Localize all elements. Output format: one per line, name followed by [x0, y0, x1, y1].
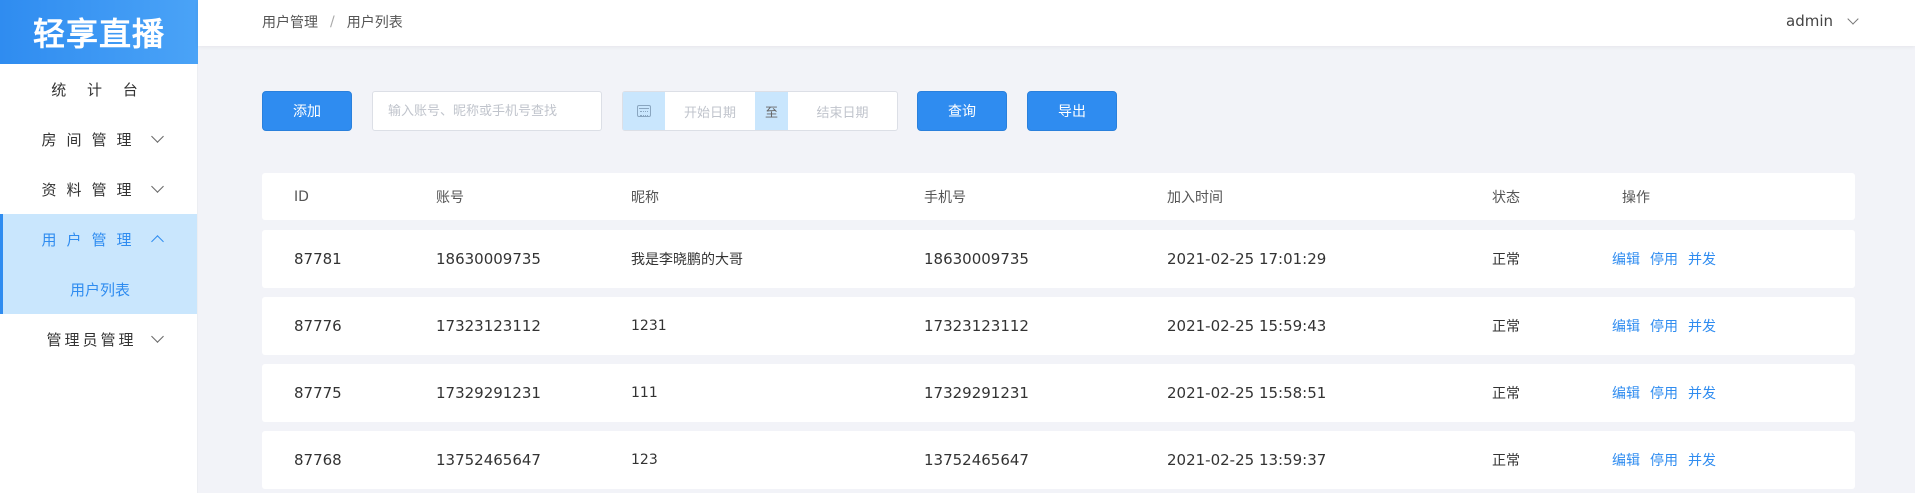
edit-link[interactable]: 编辑	[1612, 316, 1640, 336]
edit-link[interactable]: 编辑	[1612, 249, 1640, 269]
disable-link[interactable]: 停用	[1650, 316, 1678, 336]
chevron-down-icon	[151, 130, 164, 143]
sidebar-item-label: 用户管理	[41, 230, 142, 249]
cell-actions: 编辑 停用 并发	[1612, 431, 1726, 489]
cell-nickname: 111	[631, 385, 658, 401]
calendar-icon-box[interactable]	[623, 92, 665, 130]
edit-link[interactable]: 编辑	[1612, 383, 1640, 403]
app-logo[interactable]: 轻享直播	[0, 0, 198, 64]
cell-account: 17323123112	[436, 317, 541, 335]
edit-link[interactable]: 编辑	[1612, 450, 1640, 470]
table-row: 87775 17329291231 111 17329291231 2021-0…	[262, 364, 1855, 422]
calendar-icon	[637, 105, 651, 117]
search-input[interactable]	[388, 103, 601, 119]
sidebar-item-label: 资料管理	[41, 180, 142, 199]
cell-nickname: 1231	[631, 318, 667, 334]
table-row: 87768 13752465647 123 13752465647 2021-0…	[262, 431, 1855, 489]
user-menu[interactable]: admin	[1786, 12, 1859, 30]
chevron-up-icon	[151, 235, 164, 248]
cell-id: 87768	[294, 451, 342, 469]
sidebar-item-rooms[interactable]: 房间管理	[0, 114, 197, 164]
cell-joined: 2021-02-25 13:59:37	[1167, 451, 1327, 469]
add-button[interactable]: 添加	[262, 91, 352, 131]
chevron-down-icon	[151, 330, 164, 343]
cell-joined: 2021-02-25 17:01:29	[1167, 250, 1327, 268]
start-date-input[interactable]: 开始日期	[665, 92, 755, 130]
column-header-nickname: 昵称	[631, 189, 659, 206]
search-field[interactable]	[372, 91, 602, 131]
cell-account: 13752465647	[436, 451, 541, 469]
username: admin	[1786, 12, 1833, 30]
cell-status: 正常	[1492, 319, 1520, 335]
sidebar-subitem-label: 用户列表	[69, 280, 130, 299]
cell-account: 18630009735	[436, 250, 541, 268]
cell-status: 正常	[1492, 252, 1520, 268]
concurrency-link[interactable]: 并发	[1688, 383, 1716, 403]
date-range-picker[interactable]: 开始日期 至 结束日期	[622, 91, 898, 131]
breadcrumb-item-user-list: 用户列表	[346, 15, 403, 31]
sidebar-item-dashboard[interactable]: 统 计 台	[0, 64, 197, 114]
sidebar-item-label: 管理员管理	[46, 330, 137, 349]
sidebar-item-users[interactable]: 用户管理	[0, 214, 197, 264]
cell-actions: 编辑 停用 并发	[1612, 297, 1726, 355]
query-button[interactable]: 查询	[917, 91, 1007, 131]
disable-link[interactable]: 停用	[1650, 450, 1678, 470]
cell-nickname: 123	[631, 452, 658, 468]
cell-status: 正常	[1492, 386, 1520, 402]
cell-id: 87781	[294, 250, 342, 268]
breadcrumb-item-user-management[interactable]: 用户管理	[262, 12, 318, 32]
column-header-account: 账号	[436, 189, 464, 206]
chevron-down-icon	[1847, 12, 1859, 25]
sidebar-item-materials[interactable]: 资料管理	[0, 164, 197, 214]
cell-joined: 2021-02-25 15:58:51	[1167, 384, 1327, 402]
concurrency-link[interactable]: 并发	[1688, 316, 1716, 336]
table-header: ID 账号 昵称 手机号 加入时间 状态 操作	[262, 173, 1855, 220]
cell-id: 87775	[294, 384, 342, 402]
column-header-phone: 手机号	[924, 189, 966, 206]
cell-account: 17329291231	[436, 384, 541, 402]
table-row: 87776 17323123112 1231 17323123112 2021-…	[262, 297, 1855, 355]
disable-link[interactable]: 停用	[1650, 383, 1678, 403]
concurrency-link[interactable]: 并发	[1688, 450, 1716, 470]
sidebar-item-admins[interactable]: 管理员管理	[0, 314, 197, 364]
breadcrumb: 用户管理 / 用户列表	[262, 12, 403, 32]
disable-link[interactable]: 停用	[1650, 249, 1678, 269]
cell-phone: 17323123112	[924, 317, 1029, 335]
export-button[interactable]: 导出	[1027, 91, 1117, 131]
sidebar-subitem-user-list[interactable]: 用户列表	[0, 264, 197, 314]
sidebar-item-label: 统 计 台	[51, 80, 146, 99]
breadcrumb-separator: /	[330, 14, 335, 30]
cell-phone: 17329291231	[924, 384, 1029, 402]
column-header-id: ID	[294, 188, 309, 205]
cell-joined: 2021-02-25 15:59:43	[1167, 317, 1327, 335]
column-header-joined: 加入时间	[1167, 189, 1223, 206]
cell-phone: 18630009735	[924, 250, 1029, 268]
sidebar: 轻享直播 统 计 台 房间管理 资料管理 用户管理 用户列表 管理员管理	[0, 0, 198, 493]
chevron-down-icon	[151, 180, 164, 193]
sidebar-item-label: 房间管理	[41, 130, 142, 149]
column-header-status: 状态	[1492, 189, 1520, 206]
concurrency-link[interactable]: 并发	[1688, 249, 1716, 269]
end-date-input[interactable]: 结束日期	[788, 92, 897, 130]
cell-status: 正常	[1492, 453, 1520, 469]
table-row: 87781 18630009735 我是李晓鹏的大哥 18630009735 2…	[262, 230, 1855, 288]
top-header: 用户管理 / 用户列表 admin	[198, 0, 1915, 46]
date-range-separator: 至	[755, 92, 788, 130]
cell-nickname: 我是李晓鹏的大哥	[631, 252, 743, 268]
cell-actions: 编辑 停用 并发	[1612, 230, 1726, 288]
cell-id: 87776	[294, 317, 342, 335]
cell-actions: 编辑 停用 并发	[1612, 364, 1726, 422]
cell-phone: 13752465647	[924, 451, 1029, 469]
column-header-actions: 操作	[1622, 189, 1650, 206]
